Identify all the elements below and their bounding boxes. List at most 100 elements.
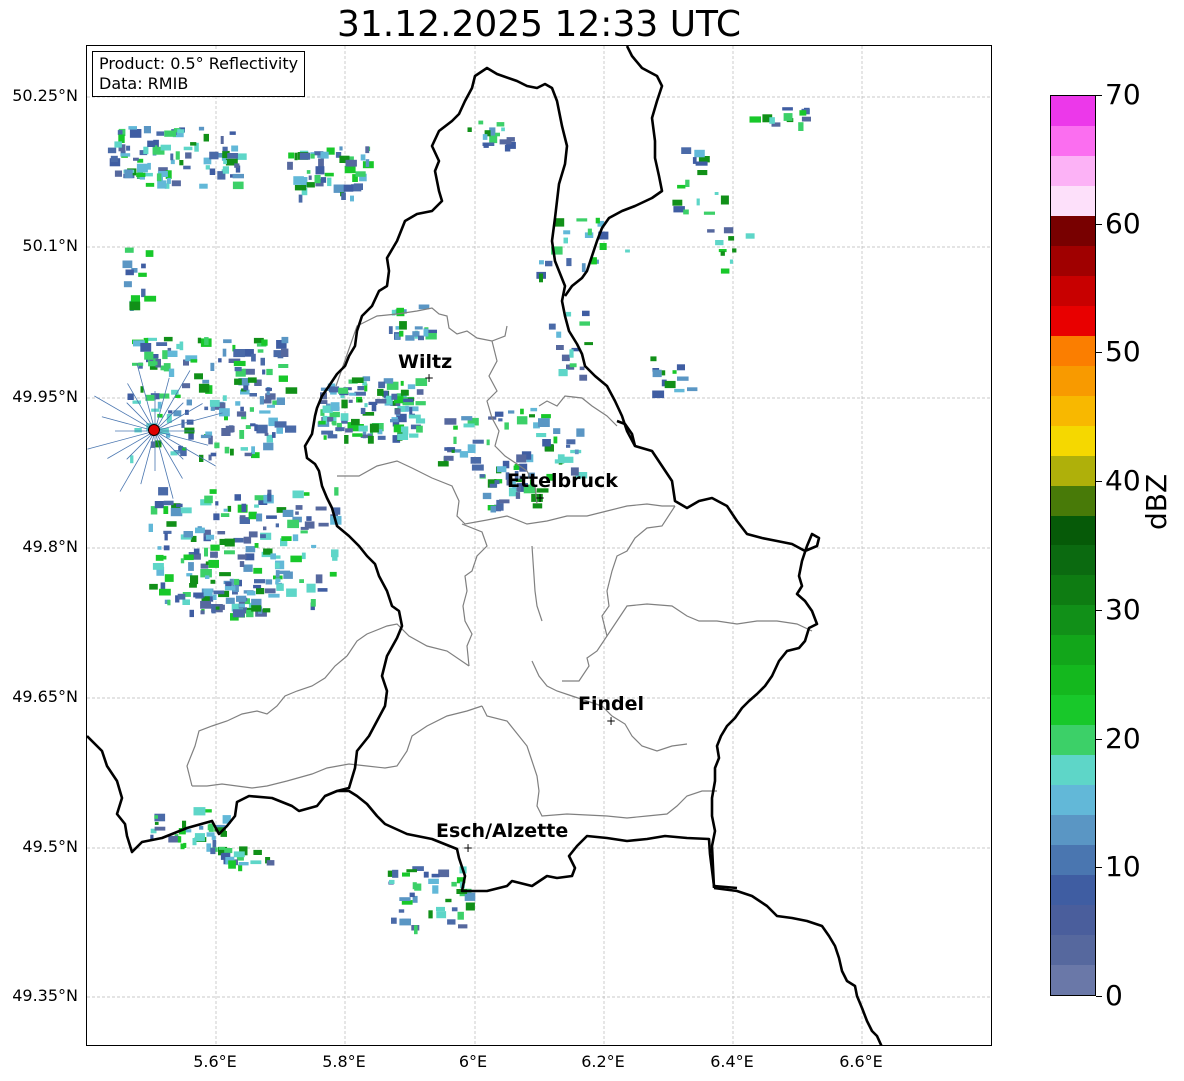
echo-pixel (268, 593, 280, 598)
echo-pixel (330, 402, 340, 411)
echo-pixel (677, 376, 689, 381)
echo-pixel (715, 240, 724, 246)
echo-pixel (110, 155, 118, 163)
echo-pixel (595, 217, 600, 224)
echo-pixel (482, 134, 488, 140)
echo-pixel (409, 407, 413, 415)
echo-pixel (281, 348, 289, 357)
echo-pixel (461, 416, 473, 421)
echo-pixel (286, 588, 297, 597)
echo-pixel (222, 166, 229, 174)
radar-site-marker (148, 424, 160, 436)
echo-pixel (189, 583, 197, 588)
echo-pixel (192, 838, 197, 846)
echo-pixel (579, 366, 585, 371)
echo-pixel (563, 230, 571, 235)
colorbar-segment (1051, 665, 1095, 696)
echo-pixel (295, 505, 303, 510)
colorbar-label: dBZ (1140, 473, 1173, 530)
echo-pixel (299, 579, 304, 583)
echo-pixel (267, 493, 272, 502)
colorbar-tick-mark (1096, 996, 1102, 997)
echo-pixel (303, 177, 308, 182)
echo-pixel (211, 835, 216, 840)
echo-pixel (395, 326, 400, 330)
echo-pixel (553, 436, 558, 444)
echo-pixel (251, 353, 256, 362)
echo-pixel (130, 455, 134, 464)
echo-pixel (687, 387, 698, 392)
echo-pixel (140, 343, 152, 352)
echo-pixel (539, 260, 544, 265)
echo-pixel (520, 408, 524, 415)
echo-pixel (345, 159, 357, 167)
echo-pixel (398, 909, 405, 913)
echo-pixel (364, 403, 368, 408)
echo-pixel (136, 172, 146, 177)
echo-pixel (220, 136, 224, 144)
echo-pixel (423, 328, 429, 337)
echo-pixel (203, 133, 209, 142)
colorbar-segment (1051, 695, 1095, 726)
echo-pixel (183, 146, 193, 151)
colorbar-segment (1051, 455, 1095, 486)
echo-pixel (587, 228, 592, 236)
colorbar-segment (1051, 335, 1095, 366)
echo-pixel (287, 161, 293, 170)
colorbar-tick-label: 70 (1105, 78, 1141, 111)
echo-pixel (451, 907, 458, 912)
echo-pixel (697, 170, 708, 176)
colorbar-segment (1051, 545, 1095, 576)
echo-pixel (418, 335, 424, 341)
echo-pixel (114, 170, 122, 177)
echo-pixel (238, 864, 243, 872)
echo-pixel (782, 107, 793, 111)
echo-pixel (423, 871, 429, 878)
national-borders (87, 46, 883, 1045)
echo-pixel (318, 522, 329, 527)
echo-pixel (266, 404, 275, 408)
echo-pixel (193, 592, 205, 598)
echo-pixel (253, 584, 262, 589)
echo-pixel (328, 386, 340, 393)
colorbar-segment (1051, 485, 1095, 516)
echo-pixel (405, 405, 409, 412)
clutter-spoke (119, 430, 156, 492)
colorbar-tick-mark (1096, 352, 1102, 354)
echo-pixel (231, 145, 239, 152)
radar-map[interactable] (86, 45, 992, 1046)
echo-pixel (318, 420, 326, 425)
echo-pixel (204, 406, 209, 411)
echo-pixel (189, 609, 194, 618)
echo-pixel (310, 599, 316, 607)
echo-pixel (321, 430, 334, 435)
echo-pixel (261, 339, 268, 346)
echo-pixel (400, 389, 409, 396)
echo-pixel (498, 418, 503, 422)
lon-label-5-6: 5.6°E (193, 1052, 237, 1071)
colorbar-tick-label: 0 (1105, 979, 1123, 1012)
echo-pixel (749, 116, 761, 123)
echo-pixel (320, 151, 329, 159)
echo-pixel (310, 153, 315, 159)
echo-pixel (147, 140, 155, 147)
echo-pixel (219, 572, 231, 577)
echo-pixel (238, 862, 249, 866)
echo-pixel (265, 387, 272, 391)
echo-pixel (167, 350, 178, 357)
echo-pixel (190, 359, 198, 363)
echo-pixel (170, 159, 175, 165)
echo-pixel (156, 342, 168, 346)
echo-pixel (214, 442, 220, 449)
colorbar-tick-label: 50 (1105, 335, 1141, 369)
echo-pixel (323, 435, 327, 440)
echo-pixel (156, 173, 162, 182)
echo-pixel (467, 127, 472, 132)
echo-pixel (495, 132, 500, 137)
echo-pixel (396, 307, 404, 314)
echo-pixel (479, 474, 485, 478)
echo-pixel (783, 113, 793, 121)
echo-pixel (358, 425, 368, 432)
echo-pixel (306, 583, 316, 593)
echo-pixel (545, 260, 553, 267)
